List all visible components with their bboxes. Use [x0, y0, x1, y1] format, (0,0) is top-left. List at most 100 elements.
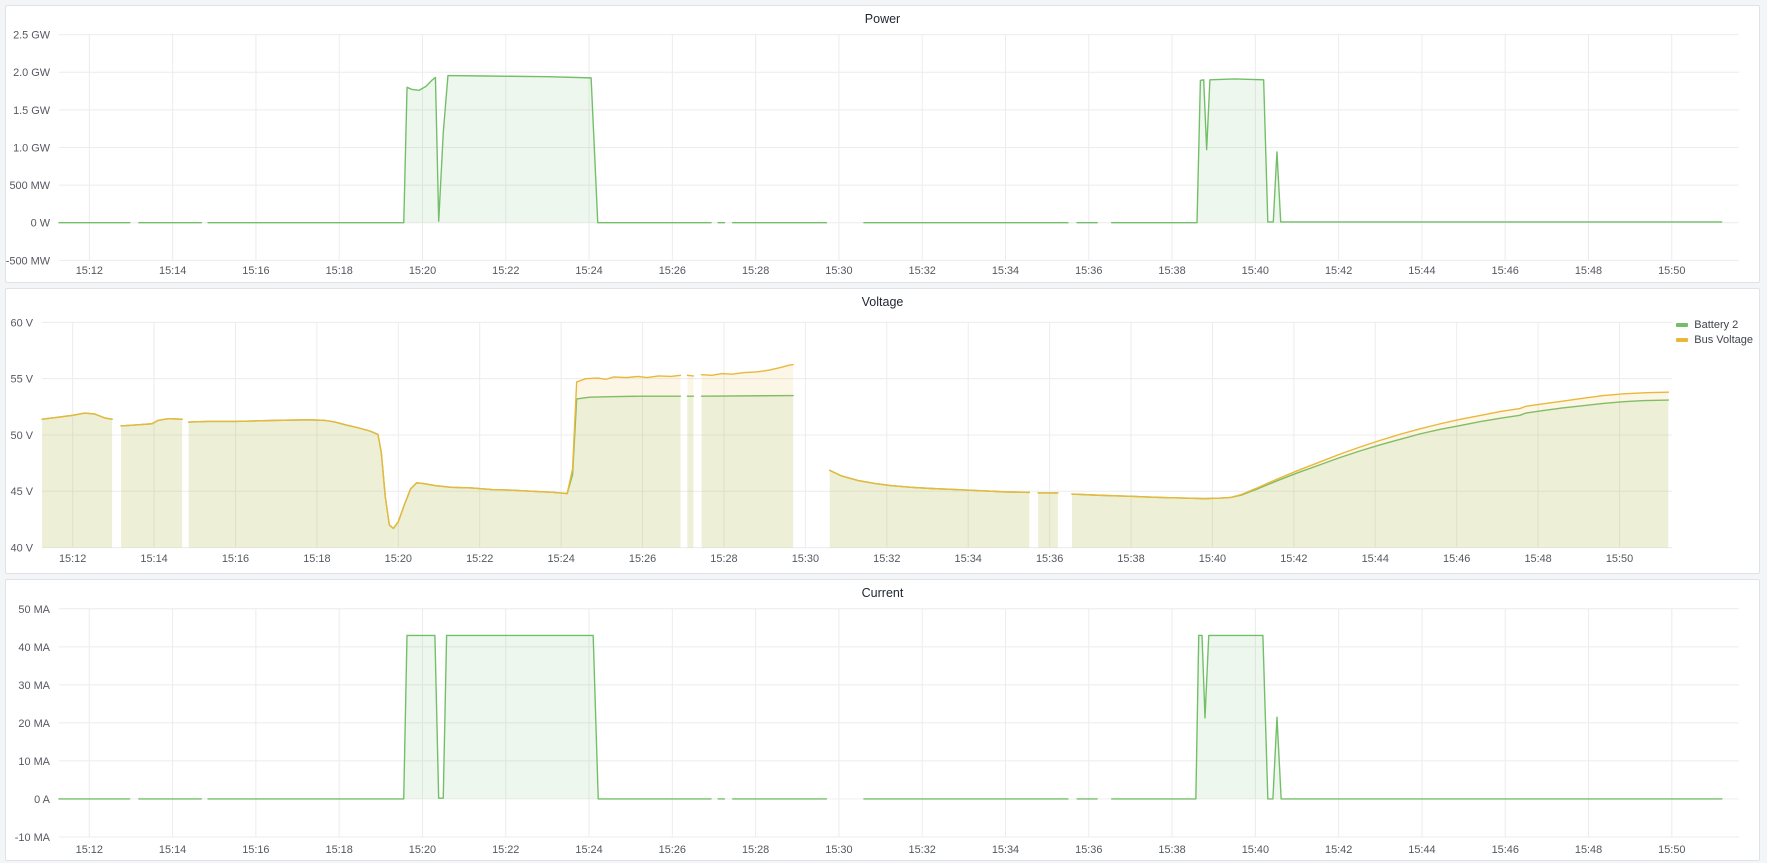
x-axis-tick-label: 15:32 — [909, 844, 936, 856]
series-group — [59, 635, 1722, 799]
current-panel-title[interactable]: Current — [6, 584, 1759, 602]
x-axis-tick-label: 15:40 — [1242, 844, 1269, 856]
x-axis-tick-label: 15:12 — [59, 553, 86, 565]
x-axis-tick-label: 15:24 — [575, 844, 602, 856]
voltage-panel: Voltage 60 V55 V50 V45 V40 V15:1215:1415… — [5, 288, 1760, 574]
x-axis-tick-label: 15:24 — [547, 553, 574, 565]
x-axis-tick-label: 15:28 — [742, 844, 769, 856]
x-axis-tick-label: 15:34 — [992, 265, 1019, 277]
x-axis-tick-label: 15:30 — [825, 265, 852, 277]
x-axis-tick-label: 15:30 — [825, 844, 852, 856]
x-axis-tick-label: 15:26 — [659, 265, 686, 277]
y-axis-tick-label: 2.5 GW — [13, 30, 51, 42]
y-axis-tick-label: 500 MW — [9, 180, 50, 192]
x-axis-tick-label: 15:12 — [76, 265, 103, 277]
legend-item-bus-voltage[interactable]: Bus Voltage — [1676, 334, 1753, 346]
x-axis-tick-label: 15:22 — [492, 265, 519, 277]
x-axis-tick-label: 15:18 — [303, 553, 330, 565]
legend-item-battery-2[interactable]: Battery 2 — [1676, 319, 1753, 331]
x-axis-tick-label: 15:32 — [909, 265, 936, 277]
y-axis-tick-label: 0 A — [34, 794, 50, 806]
voltage-panel-title[interactable]: Voltage — [6, 293, 1759, 311]
x-axis-tick-label: 15:20 — [385, 553, 412, 565]
x-axis-tick-label: 15:22 — [466, 553, 493, 565]
x-axis-tick-label: 15:12 — [76, 844, 103, 856]
legend-label-battery-2: Battery 2 — [1694, 319, 1738, 331]
x-axis-tick-label: 15:36 — [1036, 553, 1063, 565]
x-axis-tick-label: 15:50 — [1658, 265, 1685, 277]
x-axis-tick-label: 15:22 — [492, 844, 519, 856]
x-axis-tick-label: 15:14 — [159, 265, 186, 277]
x-axis-tick-label: 15:20 — [409, 844, 436, 856]
x-axis-tick-label: 15:32 — [873, 553, 900, 565]
x-axis-tick-label: 15:38 — [1158, 844, 1185, 856]
x-axis-tick-label: 15:44 — [1408, 844, 1435, 856]
x-axis-tick-label: 15:14 — [140, 553, 167, 565]
x-axis-tick-label: 15:40 — [1242, 265, 1269, 277]
x-axis-tick-label: 15:46 — [1492, 265, 1519, 277]
power-chart-plot-area[interactable]: 2.5 GW2.0 GW1.5 GW1.0 GW500 MW0 W-500 MW… — [6, 6, 1759, 282]
x-axis-tick-label: 15:48 — [1575, 265, 1602, 277]
x-axis-tick-label: 15:42 — [1280, 553, 1307, 565]
y-axis-tick-label: 30 MA — [18, 680, 50, 692]
x-axis-tick-label: 15:50 — [1606, 553, 1633, 565]
x-axis-tick-label: 15:28 — [742, 265, 769, 277]
x-axis-tick-label: 15:44 — [1362, 553, 1389, 565]
y-axis-tick-label: 2.0 GW — [13, 67, 51, 79]
series-fill — [1072, 392, 1668, 547]
x-axis-tick-label: 15:44 — [1408, 265, 1435, 277]
bus-voltage-series-marker-icon — [1676, 338, 1688, 342]
y-axis-tick-label: 60 V — [11, 317, 34, 329]
x-axis-tick-label: 15:26 — [629, 553, 656, 565]
voltage-chart-plot-area[interactable]: 60 V55 V50 V45 V40 V15:1215:1415:1615:18… — [6, 289, 1759, 573]
series-fill — [1038, 493, 1058, 548]
series-group — [59, 76, 1722, 223]
x-axis-tick-label: 15:28 — [710, 553, 737, 565]
series-fill — [42, 413, 112, 548]
series-fill — [208, 635, 711, 799]
y-axis-tick-label: 0 W — [31, 218, 51, 230]
x-axis-tick-label: 15:30 — [792, 553, 819, 565]
x-axis-tick-label: 15:42 — [1325, 844, 1352, 856]
current-chart-plot-area[interactable]: 50 MA40 MA30 MA20 MA10 MA0 A-10 MA15:121… — [6, 580, 1759, 860]
x-axis-tick-label: 15:18 — [326, 844, 353, 856]
x-axis-tick-label: 15:48 — [1575, 844, 1602, 856]
legend-label-bus-voltage: Bus Voltage — [1694, 334, 1753, 346]
series-fill — [687, 375, 693, 547]
grid: 2.5 GW2.0 GW1.5 GW1.0 GW500 MW0 W-500 MW… — [6, 30, 1739, 277]
y-axis-tick-label: 40 V — [11, 543, 34, 555]
series-fill — [1112, 79, 1722, 223]
grid: 50 MA40 MA30 MA20 MA10 MA0 A-10 MA15:121… — [15, 604, 1739, 856]
power-panel-title[interactable]: Power — [6, 10, 1759, 28]
x-axis-tick-label: 15:34 — [955, 553, 982, 565]
x-axis-tick-label: 15:16 — [242, 265, 269, 277]
x-axis-tick-label: 15:38 — [1117, 553, 1144, 565]
y-axis-tick-label: 55 V — [11, 374, 34, 386]
series-group — [42, 365, 1668, 548]
x-axis-tick-label: 15:46 — [1492, 844, 1519, 856]
x-axis-tick-label: 15:48 — [1524, 553, 1551, 565]
x-axis-tick-label: 15:18 — [326, 265, 353, 277]
x-axis-tick-label: 15:36 — [1075, 844, 1102, 856]
x-axis-tick-label: 15:50 — [1658, 844, 1685, 856]
series-fill — [189, 375, 681, 547]
series-fill — [702, 365, 794, 548]
x-axis-tick-label: 15:38 — [1158, 265, 1185, 277]
series-fill — [121, 419, 182, 548]
y-axis-tick-label: 40 MA — [18, 642, 50, 654]
y-axis-tick-label: 1.5 GW — [13, 105, 51, 117]
series-line — [687, 375, 693, 376]
power-panel: Power 2.5 GW2.0 GW1.5 GW1.0 GW500 MW0 W-… — [5, 5, 1760, 283]
y-axis-tick-label: 1.0 GW — [13, 142, 51, 154]
battery-2-series-marker-icon — [1676, 323, 1688, 327]
y-axis-tick-label: -10 MA — [15, 832, 51, 844]
x-axis-tick-label: 15:16 — [242, 844, 269, 856]
x-axis-tick-label: 15:34 — [992, 844, 1019, 856]
x-axis-tick-label: 15:46 — [1443, 553, 1470, 565]
y-axis-tick-label: 50 V — [11, 430, 34, 442]
current-panel: Current 50 MA40 MA30 MA20 MA10 MA0 A-10 … — [5, 579, 1760, 861]
x-axis-tick-label: 15:24 — [575, 265, 602, 277]
x-axis-tick-label: 15:40 — [1199, 553, 1226, 565]
x-axis-tick-label: 15:14 — [159, 844, 186, 856]
voltage-legend: Battery 2 Bus Voltage — [1676, 319, 1753, 349]
